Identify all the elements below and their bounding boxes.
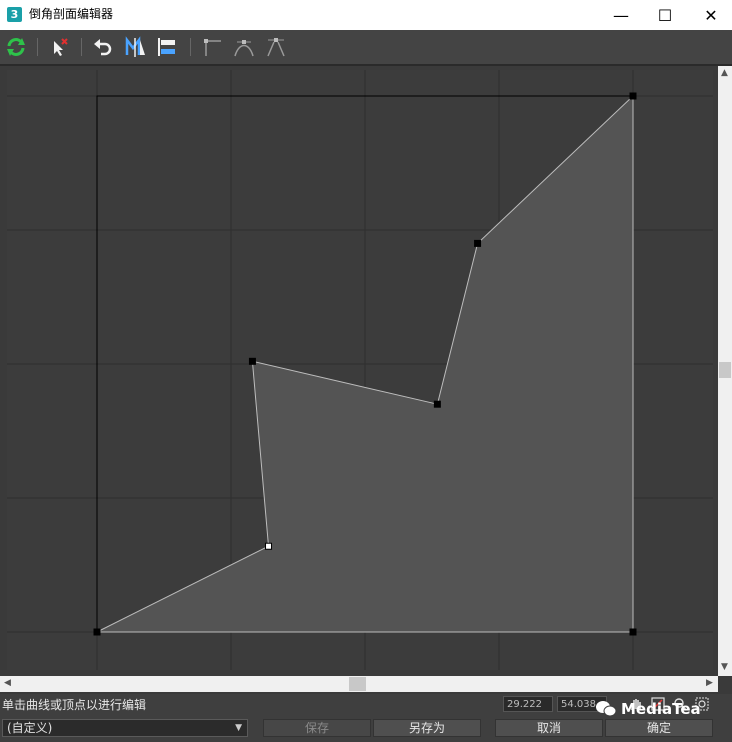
bezier-smooth-icon[interactable]	[231, 34, 257, 60]
save-as-button[interactable]: 另存为	[373, 719, 481, 737]
scroll-down-icon[interactable]: ▼	[721, 662, 728, 672]
coord-x-field[interactable]: 29.222	[503, 696, 553, 712]
scroll-right-icon[interactable]: ▶	[706, 678, 713, 688]
chevron-down-icon: ▼	[235, 723, 242, 733]
curve-graph[interactable]	[7, 70, 713, 670]
cancel-button[interactable]: 取消	[495, 719, 603, 737]
preset-dropdown[interactable]: (自定义) ▼	[2, 719, 248, 737]
close-button[interactable]: ✕	[688, 0, 732, 30]
curve-vertex[interactable]	[474, 239, 482, 247]
preset-value: (自定义)	[7, 721, 53, 735]
minimize-button[interactable]: —	[598, 0, 644, 30]
watermark-text: MediaTea	[621, 700, 701, 718]
corner-point-icon[interactable]	[199, 34, 225, 60]
horizontal-scrollbar[interactable]: ◀ ▶	[0, 676, 718, 692]
curve-vertex[interactable]	[433, 400, 441, 408]
scroll-left-icon[interactable]: ◀	[4, 678, 11, 688]
vertical-scroll-thumb[interactable]	[719, 362, 731, 378]
delete-point-icon[interactable]	[46, 34, 72, 60]
mirror-icon[interactable]	[122, 34, 148, 60]
curve-vertex[interactable]	[93, 628, 101, 636]
toolbar-separator	[81, 38, 82, 56]
align-icon[interactable]	[154, 34, 180, 60]
toolbar	[0, 30, 732, 66]
toolbar-separator	[190, 38, 191, 56]
curve-viewport[interactable]	[7, 70, 713, 670]
undo-icon[interactable]	[90, 34, 116, 60]
title-bar: 3 倒角剖面编辑器 — ☐ ✕	[0, 0, 732, 30]
wechat-icon	[596, 701, 617, 717]
app-icon: 3	[7, 7, 22, 22]
window-title: 倒角剖面编辑器	[29, 7, 114, 21]
scroll-up-icon[interactable]: ▲	[721, 68, 728, 78]
save-button[interactable]: 保存	[263, 719, 371, 737]
toolbar-separator	[37, 38, 38, 56]
vertical-scrollbar[interactable]: ▲ ▼	[718, 66, 732, 676]
maximize-button[interactable]: ☐	[642, 0, 688, 30]
bezier-corner-icon[interactable]	[263, 34, 289, 60]
ok-button[interactable]: 确定	[605, 719, 713, 737]
selected-vertex[interactable]	[265, 542, 273, 550]
curve-vertex[interactable]	[629, 628, 637, 636]
horizontal-scroll-thumb[interactable]	[349, 677, 366, 691]
watermark: MediaTea	[595, 700, 701, 718]
curve-vertex[interactable]	[248, 357, 256, 365]
status-message: 单击曲线或顶点以进行编辑	[2, 698, 147, 712]
curve-vertex[interactable]	[629, 92, 637, 100]
refresh-icon[interactable]	[3, 34, 29, 60]
